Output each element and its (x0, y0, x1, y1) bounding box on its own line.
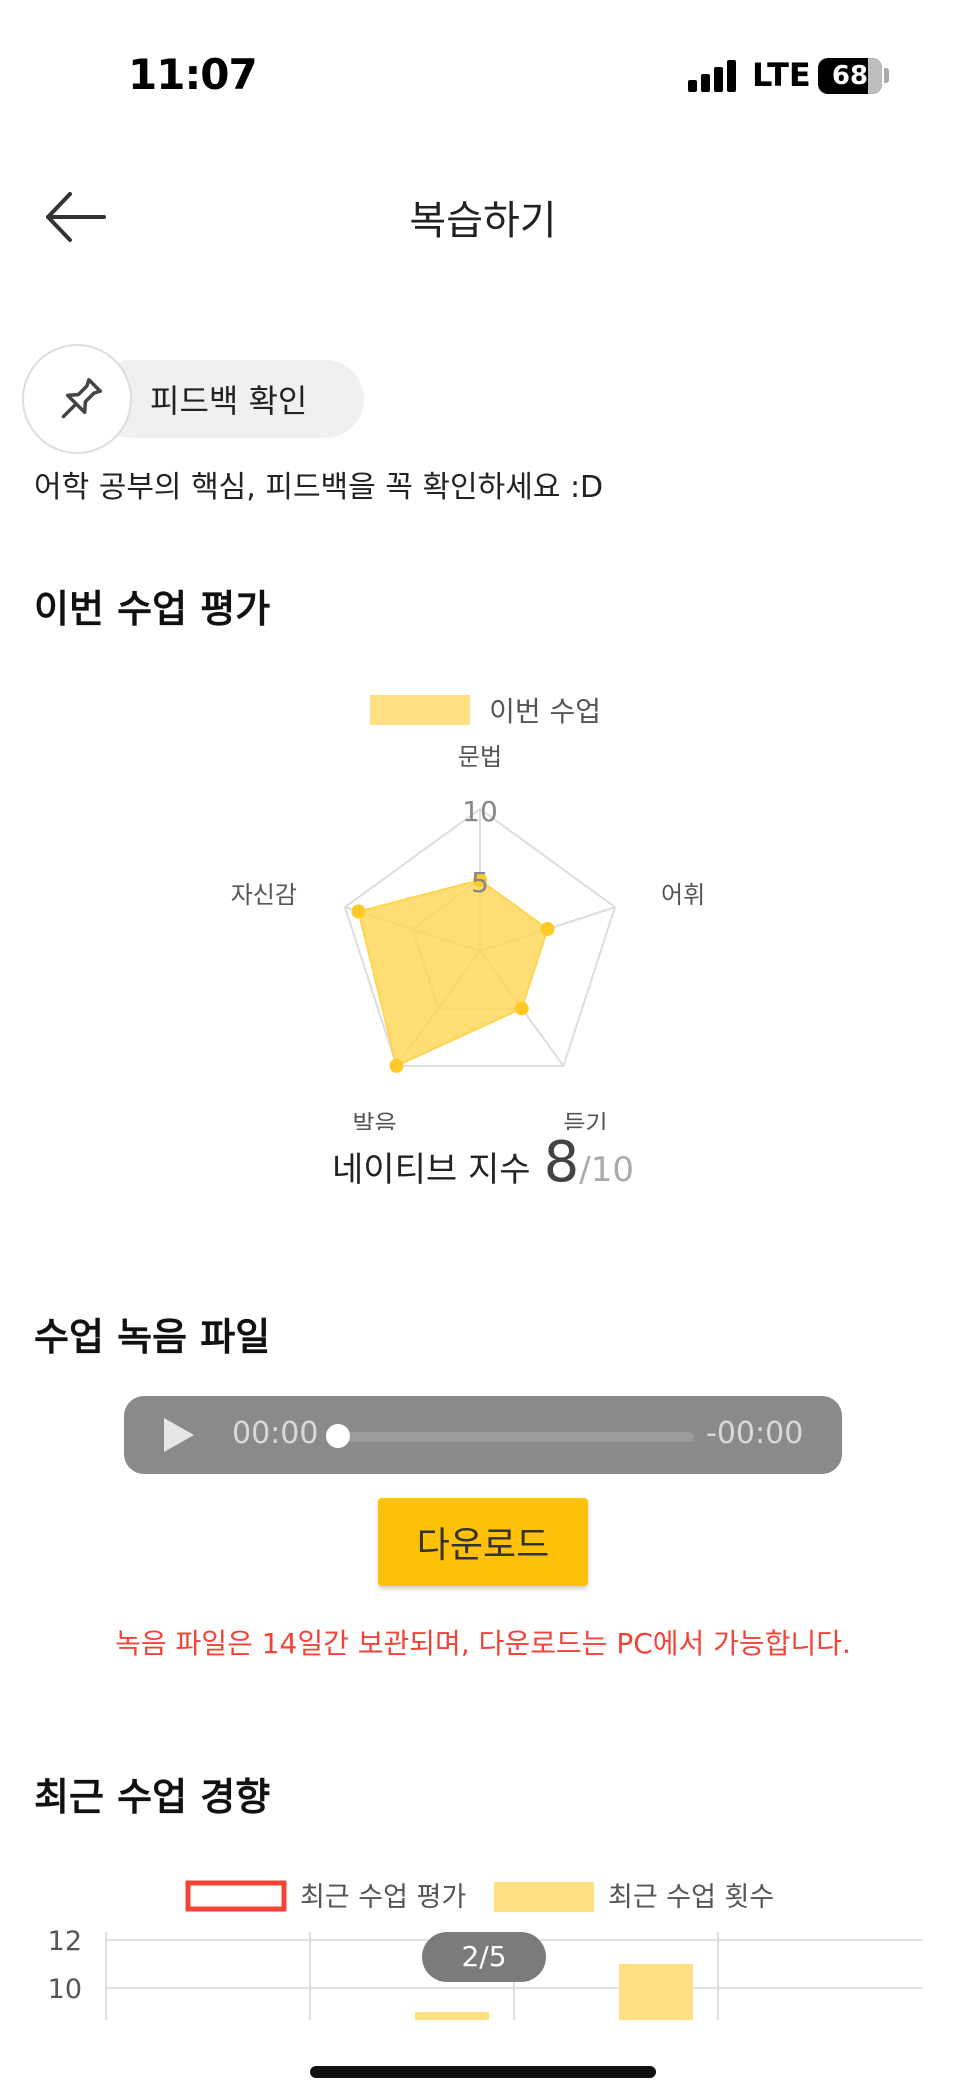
radar-tick-label: 5 (471, 866, 489, 899)
nav-bar: 복습하기 (0, 160, 966, 270)
native-score: 네이티브 지수 8/10 (0, 1130, 966, 1195)
y-tick-label: 12 (48, 1926, 82, 1957)
radar-data-point (540, 922, 555, 937)
pin-badge (22, 344, 132, 454)
status-time: 11:07 (128, 50, 258, 99)
retention-notice: 녹음 파일은 14일간 보관되며, 다운로드는 PC에서 가능합니다. (115, 1627, 851, 1660)
feedback-subtext: 어학 공부의 핵심, 피드백을 꼭 확인하세요 :D (34, 470, 604, 505)
evaluation-title: 이번 수업 평가 (34, 587, 271, 631)
download-button[interactable]: 다운로드 (378, 1498, 588, 1586)
legend-label-this-class: 이번 수업 (489, 695, 602, 728)
native-score-value: 8 (543, 1130, 580, 1195)
play-icon (164, 1418, 194, 1452)
radar-category-label: 자신감 (231, 881, 297, 909)
progress-track[interactable] (336, 1432, 694, 1442)
page-title: 복습하기 (409, 198, 557, 244)
legend-swatch-eval (185, 1880, 287, 1912)
network-label: LTE (752, 56, 811, 94)
home-indicator[interactable] (310, 2066, 656, 2078)
pin-icon (61, 378, 102, 419)
current-time: 00:00 (232, 1416, 319, 1451)
battery-icon: 68 (818, 58, 882, 94)
y-tick-label: 10 (48, 1974, 82, 2005)
progress-thumb[interactable] (326, 1424, 350, 1448)
legend-swatch-count (494, 1882, 594, 1912)
radar-category-label: 발음 (352, 1110, 396, 1130)
radar-legend: 이번 수업 (370, 690, 601, 728)
battery-level: 68 (831, 61, 869, 91)
trend-bar (415, 2012, 489, 2020)
recording-title: 수업 녹음 파일 (34, 1315, 271, 1359)
play-button[interactable] (160, 1416, 196, 1454)
battery-cap (884, 68, 889, 83)
radar-category-label: 어휘 (661, 881, 705, 909)
signal-icon (688, 60, 736, 92)
legend-label-count: 최근 수업 횟수 (608, 1882, 774, 1913)
trend-bar (619, 1964, 693, 2020)
trends-title: 최근 수업 경향 (34, 1775, 271, 1819)
radar-data-point (514, 1001, 529, 1016)
feedback-label: 피드백 확인 (150, 382, 308, 420)
radar-category-label: 문법 (458, 743, 502, 771)
radar-data-point (389, 1058, 404, 1073)
remaining-time: -00:00 (706, 1416, 804, 1451)
radar-category-label: 듣기 (563, 1110, 607, 1130)
page-indicator: 2/5 (422, 1932, 546, 1982)
status-bar: 11:07 LTE 68 (0, 0, 966, 150)
radar-chart: 5 10 문법어휘듣기 발음 자신감 (231, 743, 706, 1130)
native-score-max: /10 (579, 1150, 634, 1190)
native-score-label: 네이티브 지수 (332, 1150, 531, 1190)
radar-data-point (351, 904, 366, 919)
radar-tick-label: 10 (462, 795, 498, 828)
legend-swatch-this-class (370, 695, 470, 725)
audio-player: 00:00 -00:00 (124, 1396, 842, 1474)
feedback-button[interactable]: 피드백 확인 (22, 344, 364, 454)
legend-label-eval: 최근 수업 평가 (300, 1882, 466, 1913)
